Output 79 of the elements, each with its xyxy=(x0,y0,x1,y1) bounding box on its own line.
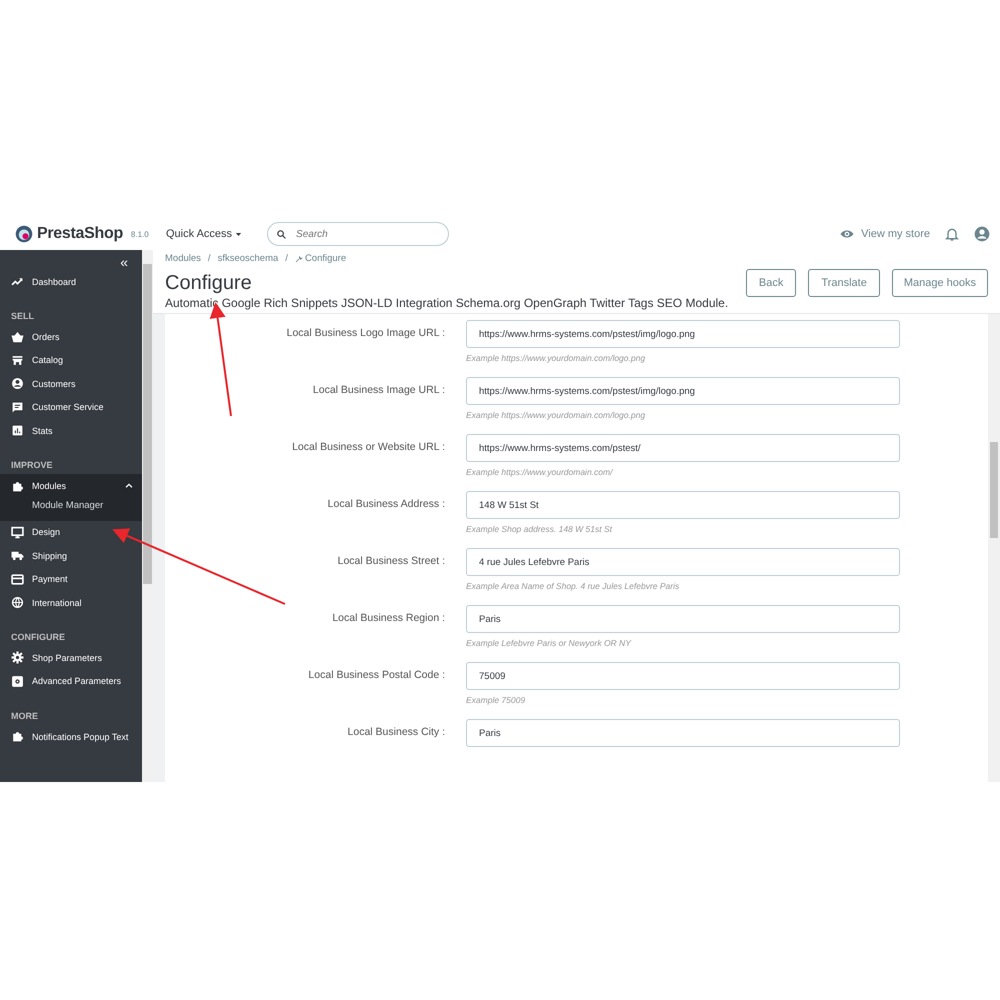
section-heading: CONFIGURE xyxy=(10,631,66,644)
nav-item[interactable]: Customer Service xyxy=(0,396,142,419)
field-label: Local Business Postal Code : xyxy=(307,668,445,681)
section-heading: MORE xyxy=(10,710,39,724)
globe-icon xyxy=(11,596,24,610)
nav-item[interactable]: Shop Parameters xyxy=(0,646,142,670)
nav-item[interactable]: Customers xyxy=(0,372,142,396)
notifications-button[interactable] xyxy=(944,226,960,242)
logo-text: PrestaShop xyxy=(37,225,123,243)
text-field[interactable]: https://www.hrms-systems.com/pstest/ xyxy=(466,434,900,462)
account-button[interactable] xyxy=(974,226,990,242)
truck-icon xyxy=(11,549,24,562)
nav-item[interactable]: Advanced Parameters xyxy=(0,670,142,694)
field-hint: Example Shop address. 148 W 51st St xyxy=(466,524,614,534)
bar-chart-icon xyxy=(11,424,24,438)
text-field[interactable]: https://www.hrms-systems.com/pstest/img/logo.png xyxy=(466,320,900,348)
field-hint: Example Area Name of Shop. 4 rue Jules Lefebvre Paris xyxy=(466,581,680,591)
nav-item[interactable]: Payment xyxy=(0,568,142,591)
field-label: Local Business Street : xyxy=(336,554,445,567)
collapse-button[interactable]: « xyxy=(120,254,128,270)
page-subtitle: Automatic Google Rich Snippets JSON-LD Integration Schema.org OpenGraph Twitter Tags SEO Module. xyxy=(165,296,728,310)
quick-access-dropdown[interactable]: Quick Access xyxy=(166,228,244,240)
header-button[interactable]: Translate xyxy=(808,269,880,297)
breadcrumb-link[interactable]: Configure xyxy=(294,253,346,264)
breadcrumb-separator: / xyxy=(208,253,211,264)
field-hint: Example 75009 xyxy=(466,695,526,705)
field-hint: Example https://www.yourdomain.com/logo.png xyxy=(466,353,646,363)
nav-item[interactable]: Stats xyxy=(0,418,142,442)
breadcrumb-link[interactable]: sfkseoschema xyxy=(218,253,278,264)
nav-item[interactable]: Modules xyxy=(0,474,142,498)
section-heading: SELL xyxy=(10,310,36,324)
text-field[interactable]: https://www.hrms-systems.com/pstest/img/logo.png xyxy=(466,377,900,405)
nav-item[interactable]: Catalog xyxy=(0,348,142,372)
field-hint: Example https://www.yourdomain.com/ xyxy=(466,467,614,477)
field-label: Local Business Address : xyxy=(326,497,445,510)
sidebar-scrollbar[interactable] xyxy=(142,250,153,782)
text-field[interactable]: 75009 xyxy=(466,662,900,690)
text-field[interactable]: 148 W 51st St xyxy=(466,491,900,519)
nav-item[interactable]: Notifications Popup Text xyxy=(0,725,142,748)
view-store-link[interactable]: View my store xyxy=(840,227,930,241)
nav-item[interactable]: Orders xyxy=(0,325,142,349)
section-heading: IMPROVE xyxy=(10,459,54,472)
store-icon xyxy=(11,354,24,367)
text-field[interactable]: Paris xyxy=(466,719,900,747)
nav-item[interactable]: Design xyxy=(0,520,142,544)
search-icon xyxy=(276,229,288,240)
puzzle-icon xyxy=(11,480,24,493)
field-label: Local Business or Website URL : xyxy=(291,440,445,453)
field-label: Local Business Logo Image URL : xyxy=(286,326,445,339)
monitor-icon xyxy=(11,526,24,539)
text-field[interactable]: 4 rue Jules Lefebvre Paris xyxy=(466,548,900,576)
nav-item[interactable]: International xyxy=(0,590,142,614)
credit-card-icon xyxy=(11,572,24,586)
field-hint: Example Lefebvre Paris or Newyork OR NY xyxy=(466,638,632,648)
submenu-item[interactable]: Module Manager xyxy=(0,498,142,521)
nav-item[interactable]: Shipping xyxy=(0,544,142,568)
puzzle-icon xyxy=(11,730,24,744)
wrench-icon xyxy=(294,254,303,262)
version-label: 8.1.0 xyxy=(130,230,149,238)
basket-icon xyxy=(11,330,24,344)
field-label: Local Business City : xyxy=(346,725,445,738)
text-field[interactable]: Paris xyxy=(466,605,900,633)
field-label: Local Business Region : xyxy=(331,611,445,624)
field-label: Local Business Image URL : xyxy=(312,383,445,396)
nav-item[interactable]: Dashboard xyxy=(0,270,142,294)
breadcrumb-separator: / xyxy=(285,253,288,264)
field-hint: Example https://www.yourdomain.com/logo.png xyxy=(466,410,646,420)
search-field[interactable]: Search xyxy=(267,222,450,246)
settings-icon xyxy=(11,651,24,664)
person-icon xyxy=(11,377,24,390)
page-title: Configure xyxy=(165,271,253,295)
breadcrumb-link[interactable]: Modules xyxy=(165,253,201,264)
settings-icon xyxy=(11,674,24,688)
logo-icon xyxy=(15,225,33,243)
header-button[interactable]: Manage hooks xyxy=(892,269,988,297)
user-icon xyxy=(974,226,990,242)
chat-icon xyxy=(11,400,24,414)
bell-icon xyxy=(944,226,960,242)
header-button[interactable]: Back xyxy=(746,269,796,297)
